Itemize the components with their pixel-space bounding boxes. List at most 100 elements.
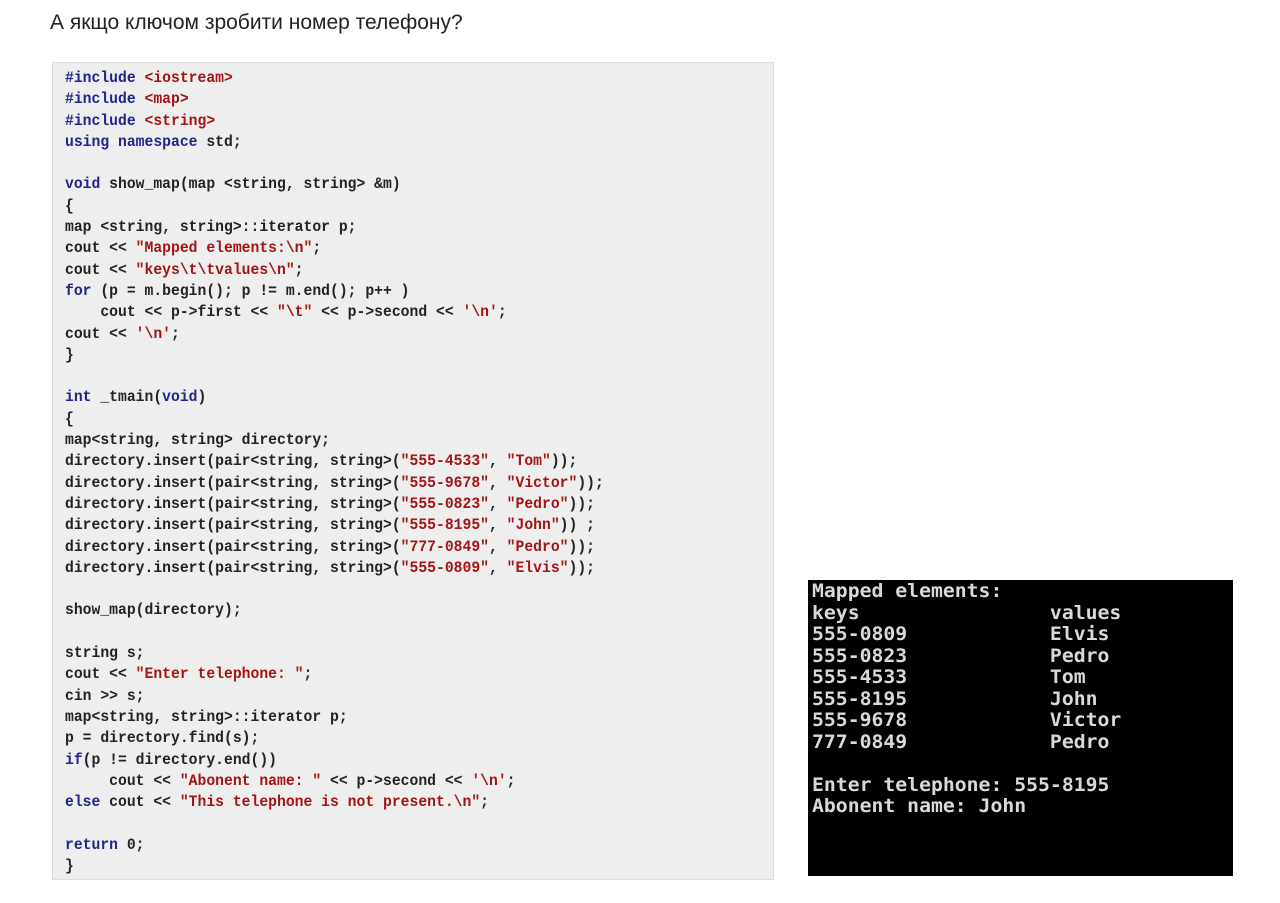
- code-string: <iostream>: [144, 69, 233, 87]
- console-line: 555-0809 Elvis: [812, 623, 1110, 645]
- code-line: cout << "keys\t\tvalues\n";: [65, 260, 604, 281]
- console-line: Mapped elements:: [812, 580, 1003, 602]
- code-text: ));: [577, 473, 604, 492]
- code-text: cout <<: [109, 793, 180, 812]
- console-line: 555-0823 Pedro: [812, 644, 1110, 667]
- code-text: cout <<: [65, 771, 180, 790]
- code-text: {: [65, 196, 74, 215]
- code-keyword: if: [65, 750, 83, 769]
- code-keyword: void: [162, 388, 198, 407]
- code-line: map<string, string>::iterator p;: [65, 707, 604, 728]
- code-string: "Elvis": [506, 558, 569, 577]
- code-string: "555-8195": [400, 516, 490, 535]
- console-output: Mapped elements: keys values 555-0809 Elvi…: [812, 580, 1122, 818]
- code-text: (p = m.begin(); p != m.end(); p++ ): [100, 281, 410, 300]
- code-keyword: int: [65, 388, 101, 407]
- code-block: #include <iostream> #include <map> #includ…: [52, 62, 774, 880]
- code-string: "777-0849": [400, 537, 490, 556]
- console-line: 555-9678 Victor: [812, 709, 1122, 731]
- code-text: cout <<: [65, 239, 136, 258]
- code-string: "555-4533": [400, 452, 490, 471]
- code-text: directory.insert(pair<string, string>(: [65, 473, 401, 492]
- code-text: p = directory.find(s);: [65, 729, 260, 748]
- code-text: 0;: [126, 835, 145, 854]
- console-line: 555-8195 John: [812, 687, 1098, 710]
- code-line: directory.insert(pair<string, string>("7…: [65, 537, 604, 558]
- code-line: cout << p->first << "\t" << p->second <<…: [65, 302, 604, 323]
- code-text: ;: [303, 665, 313, 684]
- code-line: void show_map(map <string, string> &m): [65, 174, 604, 195]
- code-line: cout << "Mapped elements:\n";: [65, 238, 604, 259]
- code-string: "Victor": [506, 473, 578, 492]
- code-text: }: [65, 345, 74, 364]
- code-string: "555-9678": [400, 473, 490, 492]
- code-line: directory.insert(pair<string, string>("5…: [65, 558, 604, 579]
- code-text: cout <<: [65, 260, 136, 279]
- console-line: 777-0849 Pedro: [812, 730, 1110, 753]
- code-text: directory.insert(pair<string, string>(: [65, 537, 401, 556]
- code-keyword: #include: [65, 111, 145, 130]
- code-line: }: [65, 856, 604, 877]
- code-string: "keys\t\tvalues\n": [135, 260, 295, 279]
- code-text: ;: [312, 239, 322, 258]
- code-text: {: [65, 409, 74, 428]
- code-keyword: #include: [65, 90, 145, 109]
- code-line: map <string, string>::iterator p;: [65, 217, 604, 238]
- console-line: Enter telephone: 555-8195: [812, 773, 1110, 796]
- code-string: "Enter telephone: ": [135, 665, 304, 684]
- code-line: return 0;: [65, 835, 604, 856]
- code-line: #include <iostream>: [65, 68, 604, 89]
- code-text: directory.insert(pair<string, string>(: [65, 558, 401, 577]
- code-text: ));: [550, 452, 578, 471]
- code-text: ,: [489, 516, 507, 535]
- code-text: )) ;: [559, 516, 596, 535]
- code-text: ): [197, 388, 207, 407]
- code-string: '\n': [135, 324, 172, 343]
- code-keyword: void: [65, 175, 110, 194]
- code-text: ,: [489, 537, 507, 556]
- code-keyword: #include: [65, 69, 145, 87]
- code-text: _tmain(: [100, 388, 163, 407]
- code-text: string s;: [65, 644, 145, 663]
- code-text: cin >> s;: [65, 686, 145, 705]
- code-text: ;: [497, 303, 507, 322]
- code-line: directory.insert(pair<string, string>("5…: [65, 473, 604, 494]
- code-line: cout << "Abonent name: " << p->second <<…: [65, 771, 604, 792]
- code-text: show_map(map <string, string> &m): [109, 175, 401, 194]
- code-text: ;: [171, 324, 180, 343]
- code-text: ;: [506, 771, 516, 790]
- code-text: map<string, string>::iterator p;: [65, 707, 348, 726]
- code-text: cout <<: [65, 324, 136, 343]
- code-line: directory.insert(pair<string, string>("5…: [65, 515, 604, 536]
- code-string: '\n': [462, 303, 498, 322]
- code-text: directory.insert(pair<string, string>(: [65, 494, 401, 513]
- code-string: <map>: [144, 90, 189, 109]
- code-line: show_map(directory);: [65, 600, 604, 621]
- code-line: {: [65, 409, 604, 430]
- code-line: int _tmain(void): [65, 387, 604, 408]
- console-line: keys values: [812, 601, 1122, 624]
- code-text: ;: [294, 260, 304, 279]
- code-text: map <string, string>::iterator p;: [65, 218, 357, 237]
- code-string: "Mapped elements:\n": [135, 239, 313, 258]
- code-text: cout <<: [65, 665, 136, 684]
- code-string: "Abonent name: ": [179, 771, 322, 790]
- code-string: '\n': [471, 771, 507, 790]
- code-keyword: return: [65, 835, 127, 854]
- code-text: show_map(directory);: [65, 601, 242, 620]
- code-text: directory.insert(pair<string, string>(: [65, 452, 401, 471]
- code-string: "555-0809": [400, 558, 490, 577]
- code-text: ,: [489, 494, 507, 513]
- code-text: map<string, string> directory;: [65, 431, 331, 450]
- code-text: std;: [206, 132, 242, 151]
- code-text: ,: [489, 558, 507, 577]
- code-string: "John": [506, 516, 560, 535]
- code-line: string s;: [65, 643, 604, 664]
- code-keyword: using namespace: [65, 132, 207, 151]
- page-title: А якщо ключом зробити номер телефону?: [50, 11, 463, 34]
